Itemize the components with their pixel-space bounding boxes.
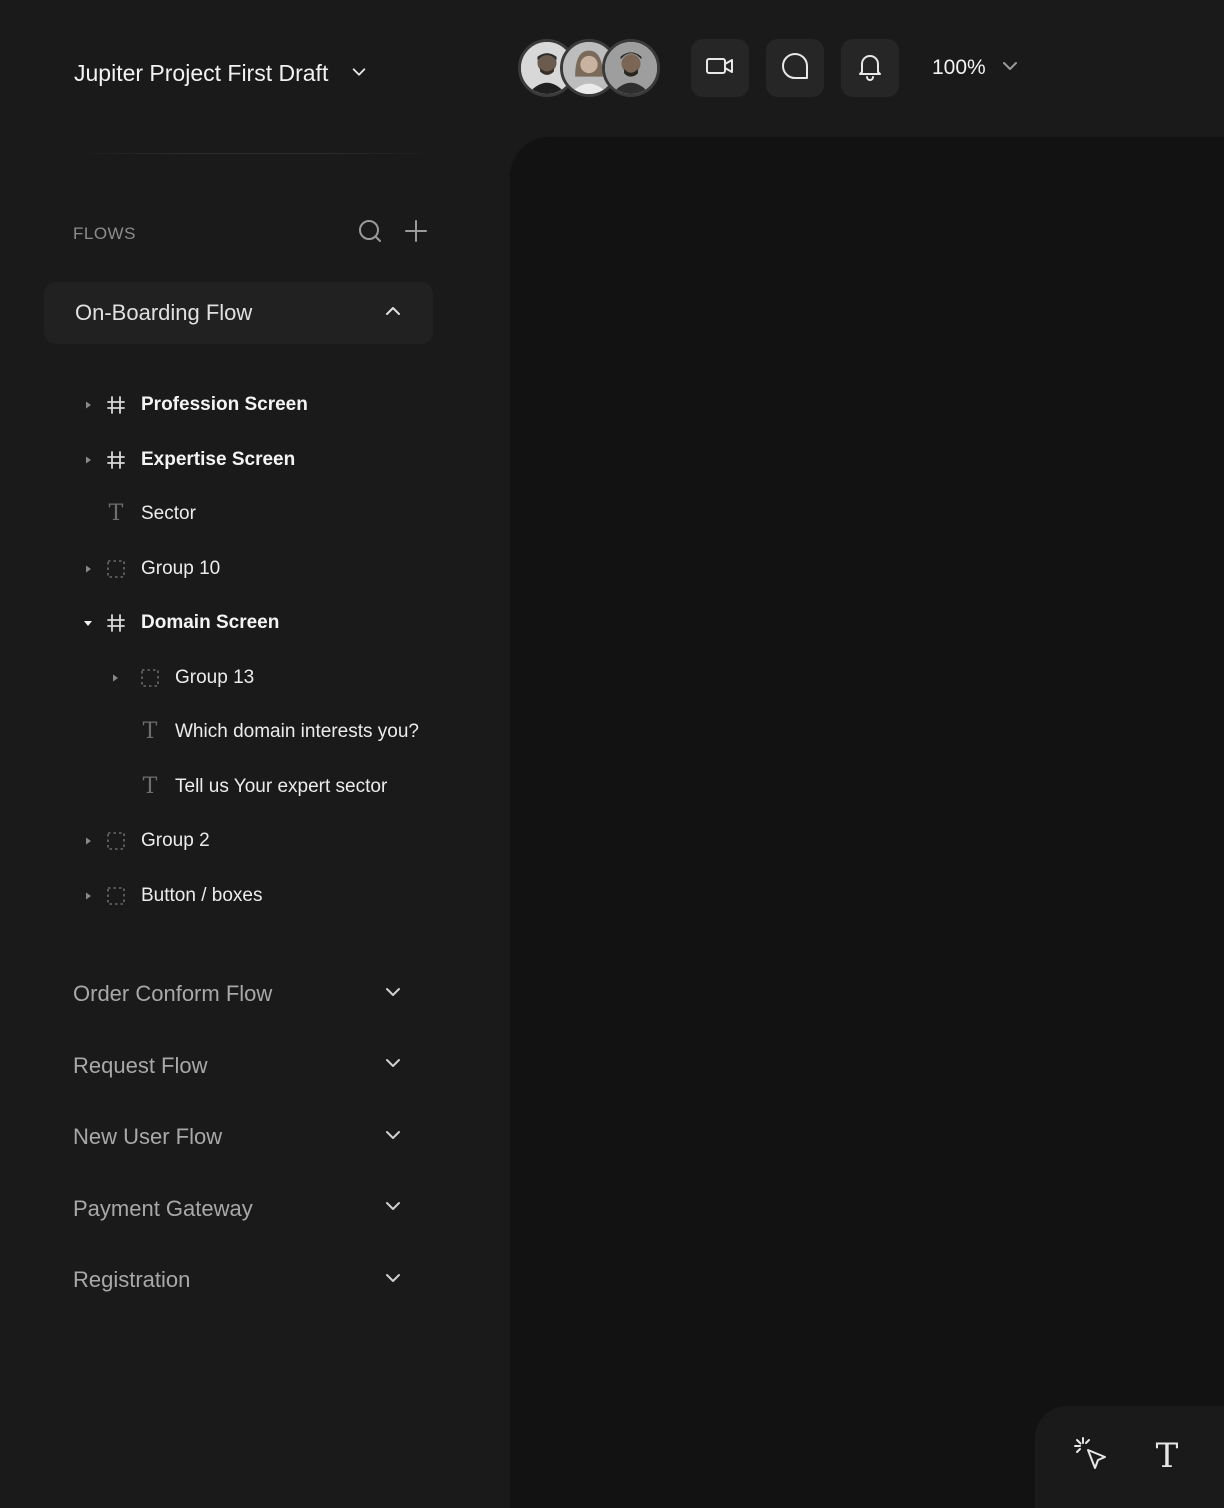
- frame-icon: [105, 612, 127, 634]
- flow-item[interactable]: New User Flow: [73, 1119, 403, 1155]
- collaborator-avatars: [518, 39, 660, 97]
- layer-label: Group 13: [175, 666, 255, 688]
- avatar[interactable]: [602, 39, 660, 97]
- plus-icon[interactable]: [403, 218, 429, 249]
- sidebar-divider: [74, 153, 434, 154]
- chevron-down-icon: [383, 1053, 403, 1078]
- chevron-down-icon: [383, 982, 403, 1007]
- layer-item[interactable]: T Tell us Your expert sector: [110, 770, 388, 804]
- comments-button[interactable]: [766, 39, 824, 97]
- search-icon[interactable]: [357, 218, 383, 249]
- layer-item[interactable]: Expertise Screen: [83, 443, 295, 477]
- text-layer-icon: T: [108, 501, 124, 526]
- layer-label: Which domain interests you?: [175, 721, 419, 742]
- project-title-dropdown[interactable]: Jupiter Project First Draft: [74, 60, 368, 87]
- layer-item[interactable]: Profession Screen: [83, 388, 308, 422]
- layer-label: Sector: [141, 503, 196, 524]
- layer-label: Profession Screen: [141, 394, 308, 415]
- layer-item[interactable]: Group 10: [83, 552, 220, 586]
- group-icon: [105, 558, 127, 580]
- layer-label: Expertise Screen: [141, 448, 296, 470]
- flow-label: On-Boarding Flow: [75, 300, 253, 325]
- flow-item[interactable]: Request Flow: [73, 1048, 403, 1084]
- flows-label: FLOWS: [73, 223, 136, 243]
- layer-item[interactable]: Group 2: [83, 824, 210, 858]
- text-tool[interactable]: T: [1147, 1436, 1187, 1476]
- caret-right-icon[interactable]: [83, 836, 93, 846]
- video-camera-icon: [704, 50, 736, 87]
- video-call-button[interactable]: [691, 39, 749, 97]
- layer-item[interactable]: Domain Screen: [83, 606, 279, 640]
- chevron-up-icon: [383, 301, 403, 326]
- flow-label: Request Flow: [73, 1052, 208, 1078]
- caret-right-icon[interactable]: [83, 400, 93, 410]
- layer-item[interactable]: T Sector: [83, 497, 196, 531]
- bottom-toolbar: T: [1035, 1406, 1224, 1508]
- text-tool-icon: T: [1155, 1436, 1179, 1476]
- caret-right-icon[interactable]: [83, 455, 93, 465]
- group-icon: [139, 667, 161, 689]
- layer-item[interactable]: Button / boxes: [83, 879, 262, 913]
- notifications-button[interactable]: [841, 39, 899, 97]
- caret-down-icon[interactable]: [83, 618, 93, 628]
- layer-label: Button / boxes: [141, 884, 263, 906]
- chevron-down-icon: [1000, 56, 1020, 81]
- zoom-dropdown[interactable]: 100%: [932, 52, 1020, 84]
- flows-header: FLOWS: [73, 218, 429, 249]
- flow-item[interactable]: Registration: [73, 1262, 403, 1298]
- caret-right-icon[interactable]: [83, 891, 93, 901]
- select-tool[interactable]: [1071, 1436, 1111, 1476]
- layer-label: Tell us Your expert sector: [175, 775, 388, 797]
- layer-label: Group 10: [141, 557, 221, 579]
- frame-icon: [105, 394, 127, 416]
- bell-icon: [854, 50, 886, 87]
- flow-label: Registration: [73, 1267, 191, 1292]
- layer-item[interactable]: T Which domain interests you?: [110, 715, 419, 749]
- flow-item[interactable]: Order Conform Flow: [73, 976, 403, 1012]
- chevron-down-icon: [350, 60, 368, 87]
- chevron-down-icon: [383, 1196, 403, 1221]
- chevron-down-icon: [383, 1125, 403, 1150]
- caret-right-icon[interactable]: [110, 673, 120, 683]
- flow-item[interactable]: Payment Gateway: [73, 1191, 403, 1227]
- flow-label: Order Conform Flow: [73, 981, 273, 1006]
- layer-label: Domain Screen: [141, 612, 280, 633]
- layer-item[interactable]: Group 13: [110, 661, 254, 695]
- flow-onboarding[interactable]: On-Boarding Flow: [44, 282, 433, 344]
- project-title: Jupiter Project First Draft: [74, 60, 329, 86]
- layer-label: Group 2: [141, 830, 210, 851]
- frame-icon: [105, 449, 127, 471]
- flow-label: Payment Gateway: [73, 1195, 253, 1221]
- group-icon: [105, 885, 127, 907]
- app-window: Jupiter Project First Draft FLOWS On-Boa…: [0, 0, 1224, 1508]
- design-canvas[interactable]: [509, 136, 1224, 1508]
- cursor-click-icon: [1071, 1434, 1111, 1479]
- group-icon: [105, 830, 127, 852]
- flows-actions: [357, 218, 429, 249]
- flow-label: New User Flow: [73, 1124, 223, 1149]
- chevron-down-icon: [383, 1268, 403, 1293]
- text-layer-icon: T: [142, 719, 158, 744]
- chat-bubble-icon: [779, 50, 811, 87]
- text-layer-icon: T: [142, 773, 158, 799]
- zoom-level: 100%: [932, 56, 986, 79]
- caret-right-icon[interactable]: [83, 564, 93, 574]
